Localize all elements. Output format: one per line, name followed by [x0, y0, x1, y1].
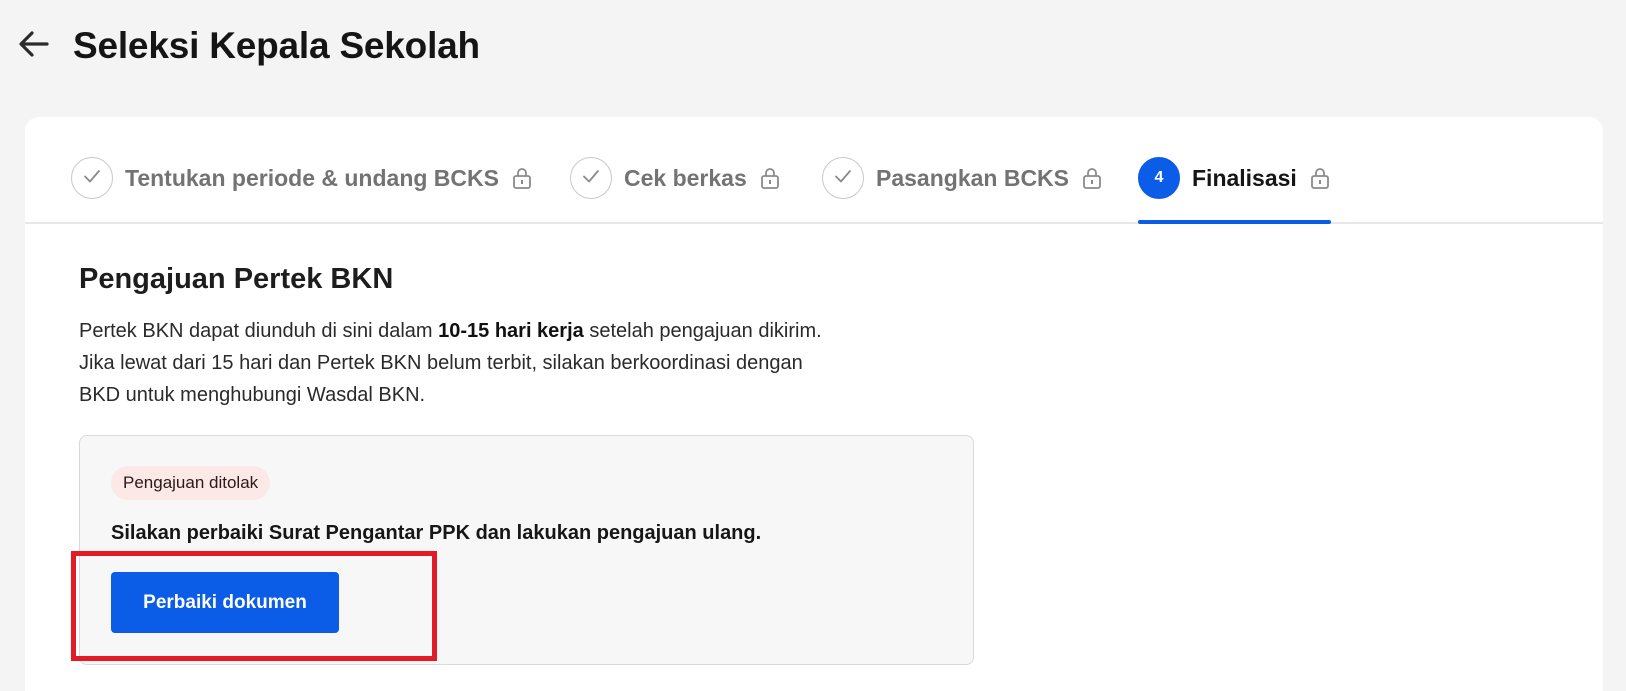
description-line: Jika lewat dari 15 hari dan Pertek BKN b…	[79, 352, 803, 374]
step-completed-circle	[822, 157, 864, 199]
lock-icon	[759, 166, 781, 190]
page: Seleksi Kepala Sekolah Tentukan periode …	[0, 0, 1626, 691]
check-icon	[580, 165, 602, 192]
step-label: Finalisasi	[1192, 165, 1297, 191]
section-title: Pengajuan Pertek BKN	[79, 263, 394, 295]
check-icon	[81, 165, 103, 192]
description-emphasis: 10-15 hari kerja	[438, 320, 584, 342]
step-pasangkan-bcks[interactable]: Pasangkan BCKS	[822, 157, 1103, 224]
step-completed-circle	[71, 157, 113, 199]
step-cek-berkas[interactable]: Cek berkas	[570, 157, 781, 224]
status-badge: Pengajuan ditolak	[111, 466, 271, 500]
back-button[interactable]	[12, 24, 56, 68]
status-message: Silakan perbaiki Surat Pengantar PPK dan…	[111, 522, 762, 544]
page-title: Seleksi Kepala Sekolah	[73, 25, 480, 66]
highlight-annotation	[71, 551, 437, 661]
lock-icon	[1081, 166, 1103, 190]
lock-icon	[1309, 166, 1331, 190]
step-completed-circle	[570, 157, 612, 199]
step-active-circle: 4	[1138, 157, 1180, 199]
section-description: Pertek BKN dapat diunduh di sini dalam 1…	[79, 315, 959, 411]
step-label: Cek berkas	[624, 165, 747, 191]
step-label: Tentukan periode & undang BCKS	[125, 165, 499, 191]
active-step-indicator	[1138, 220, 1331, 224]
check-icon	[832, 165, 854, 192]
lock-icon	[511, 166, 533, 190]
description-text: setelah pengajuan dikirim.	[583, 320, 822, 342]
step-label: Pasangkan BCKS	[876, 165, 1070, 191]
description-line: BKD untuk menghubungi Wasdal BKN.	[79, 384, 426, 406]
description-text: Pertek BKN dapat diunduh di sini dalam	[79, 320, 439, 342]
arrow-left-icon	[16, 26, 52, 67]
step-number: 4	[1154, 169, 1164, 186]
step-tentukan-periode[interactable]: Tentukan periode & undang BCKS	[71, 157, 533, 224]
step-finalisasi[interactable]: 4 Finalisasi	[1138, 157, 1331, 224]
stepper: Tentukan periode & undang BCKS Cek berka…	[25, 117, 1603, 224]
